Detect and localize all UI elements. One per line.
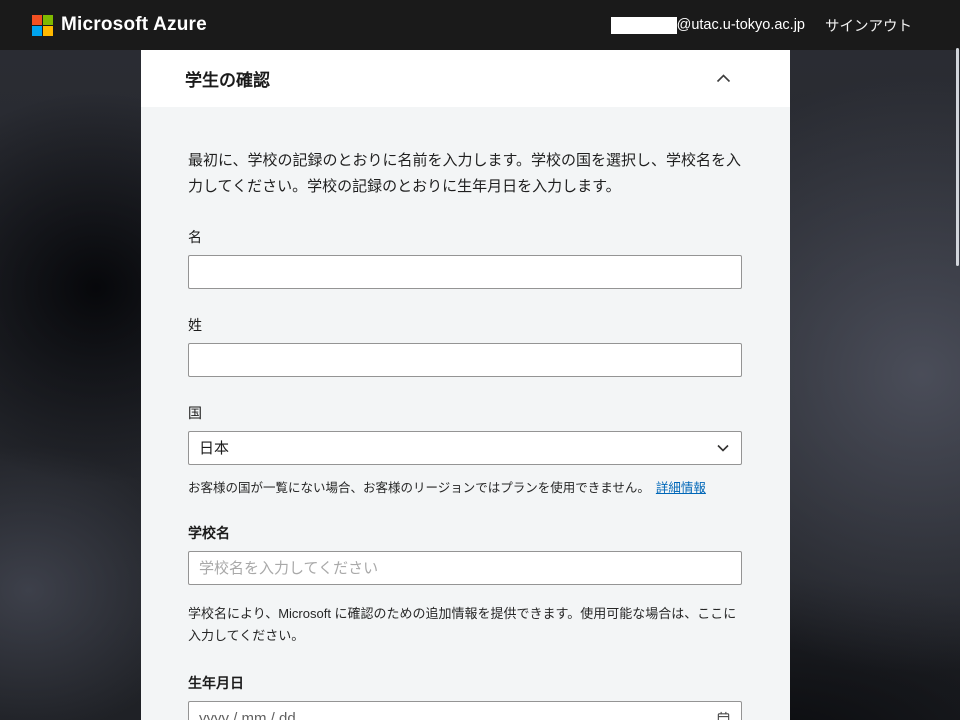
panel-header: 学生の確認: [141, 50, 790, 107]
calendar-icon[interactable]: [714, 709, 733, 720]
first-name-input[interactable]: [188, 255, 742, 289]
student-verification-panel: 学生の確認 最初に、学校の記録のとおりに名前を入力します。学校の国を選択し、学校…: [141, 50, 790, 720]
scrollbar-thumb[interactable]: [956, 48, 959, 266]
country-select[interactable]: 日本: [188, 431, 742, 465]
first-name-label: 名: [188, 227, 742, 247]
learn-more-link[interactable]: 詳細情報: [656, 481, 706, 495]
panel-body: 最初に、学校の記録のとおりに名前を入力します。学校の国を選択し、学校名を入力して…: [141, 107, 790, 720]
collapse-button[interactable]: [712, 70, 735, 87]
school-note: 学校名により、Microsoft に確認のための追加情報を提供できます。使用可能…: [188, 603, 742, 647]
country-note: お客様の国が一覧にない場合、お客様のリージョンではプランを使用できません。詳細情…: [188, 479, 742, 497]
school-name-label: 学校名: [188, 523, 742, 543]
chevron-up-icon: [716, 74, 731, 83]
birthdate-field-group: 生年月日: [188, 673, 742, 720]
birthdate-label: 生年月日: [188, 673, 742, 693]
school-name-input[interactable]: [188, 551, 742, 585]
intro-text: 最初に、学校の記録のとおりに名前を入力します。学校の国を選択し、学校名を入力して…: [188, 148, 742, 200]
redacted-username: [611, 17, 677, 34]
last-name-input[interactable]: [188, 343, 742, 377]
brand: Microsoft Azure: [32, 14, 207, 36]
account-area: @utac.u-tokyo.ac.jp サインアウト: [611, 15, 912, 36]
birthdate-input[interactable]: [188, 701, 742, 720]
first-name-field-group: 名: [188, 227, 742, 289]
signout-button[interactable]: サインアウト: [825, 15, 912, 36]
panel-title: 学生の確認: [185, 66, 712, 91]
brand-title: Microsoft Azure: [61, 14, 207, 36]
last-name-field-group: 姓: [188, 315, 742, 377]
microsoft-logo-icon: [32, 15, 53, 36]
country-field-group: 国 日本 お客様の国が一覧にない場合、お客様のリージョンではプランを使用できませ…: [188, 403, 742, 497]
account-email: @utac.u-tokyo.ac.jp: [677, 17, 805, 33]
last-name-label: 姓: [188, 315, 742, 335]
school-field-group: 学校名 学校名により、Microsoft に確認のための追加情報を提供できます。…: [188, 523, 742, 647]
top-bar: Microsoft Azure @utac.u-tokyo.ac.jp サインア…: [0, 0, 960, 50]
country-label: 国: [188, 403, 742, 423]
